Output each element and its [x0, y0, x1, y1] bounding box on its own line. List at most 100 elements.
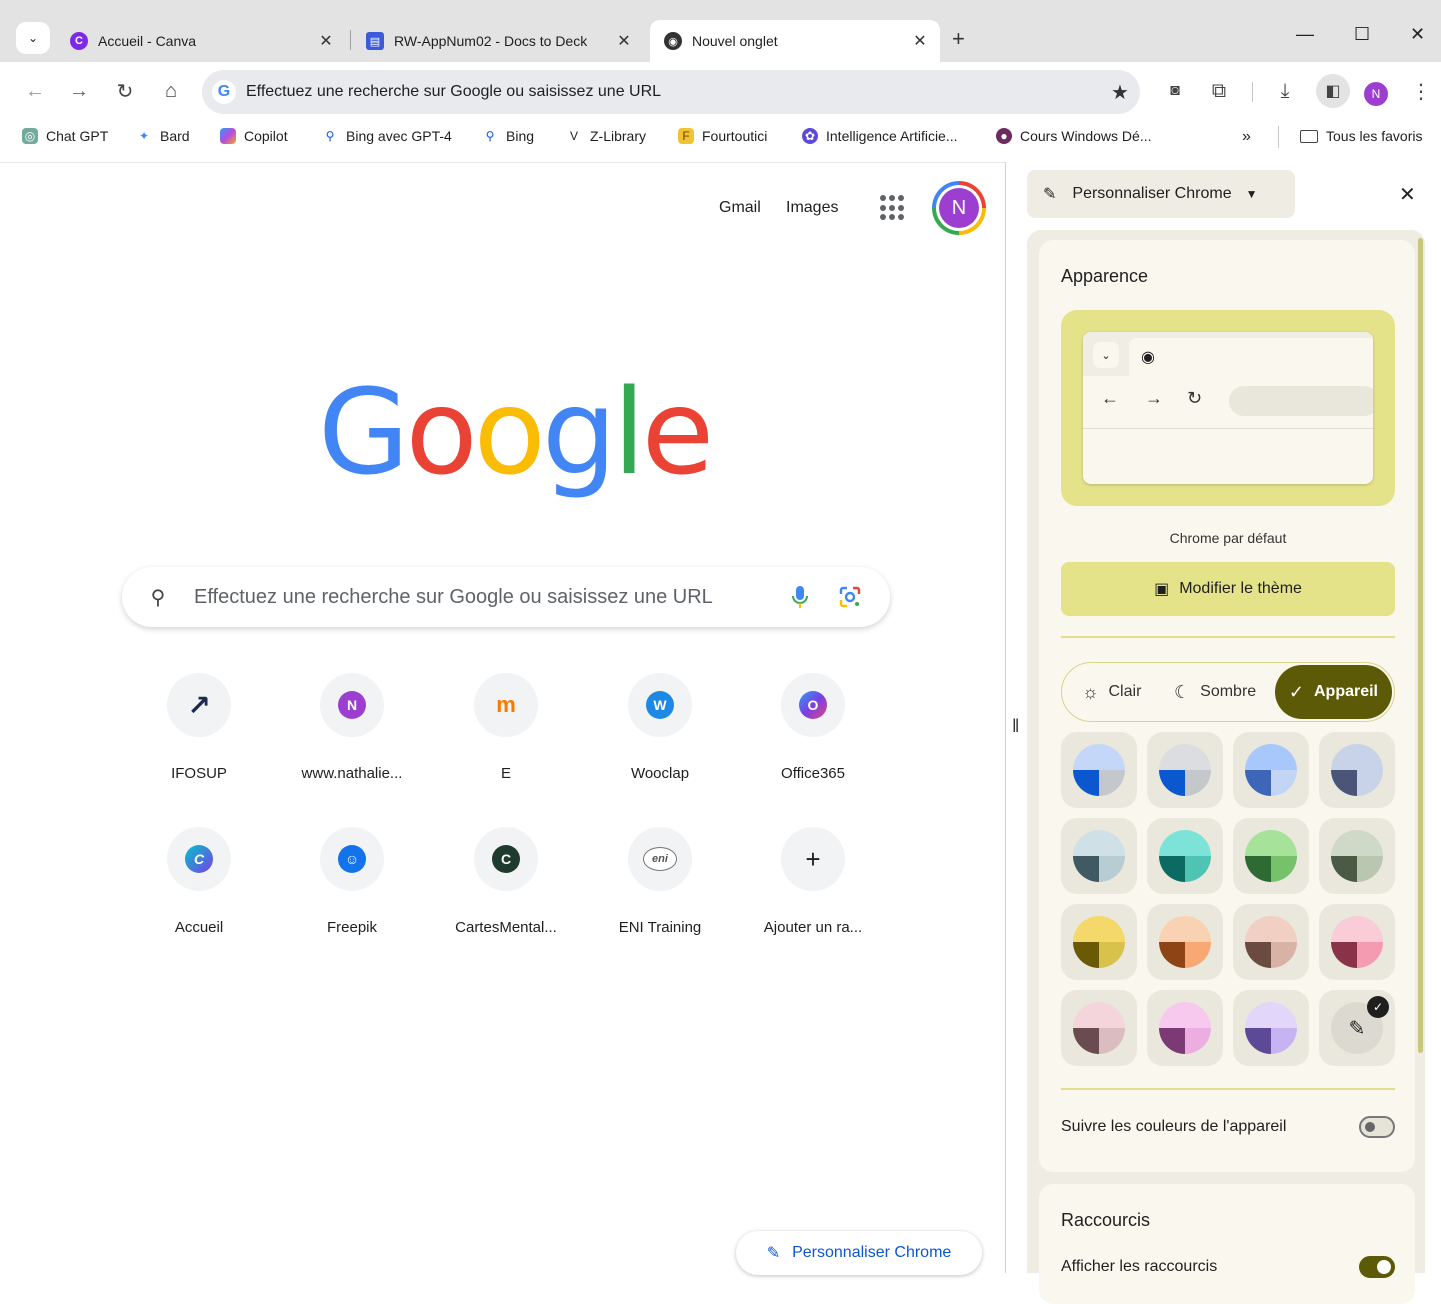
shortcut-e[interactable]: m E	[441, 673, 571, 782]
resize-handle[interactable]: ‖	[1012, 716, 1019, 737]
profile-avatar[interactable]: N	[1364, 82, 1388, 106]
home-button[interactable]: ⌂	[158, 78, 184, 104]
color-swatch[interactable]	[1147, 904, 1223, 980]
window-close-button[interactable]: ✕	[1410, 24, 1425, 45]
color-swatch[interactable]	[1233, 990, 1309, 1066]
close-icon[interactable]: ✕	[612, 31, 636, 51]
address-bar[interactable]: G Effectuez une recherche sur Google ou …	[202, 70, 1140, 114]
bookmark-item[interactable]: ◎ Chat GPT	[22, 128, 108, 144]
customize-chrome-button[interactable]: ✎ Personnaliser Chrome	[736, 1231, 982, 1275]
side-panel-content: Apparence ⌄ ◉ ← → ↻ Chrome par défaut ▣	[1027, 230, 1425, 1304]
menu-icon[interactable]: ⋮	[1408, 78, 1434, 104]
add-shortcut-button[interactable]: + Ajouter un ra...	[748, 827, 878, 936]
bookmark-item[interactable]: F Fourtoutici	[678, 128, 767, 144]
forward-button[interactable]: →	[66, 78, 92, 104]
bookmark-item[interactable]: ✦ Bard	[136, 128, 190, 144]
follow-device-colors-toggle[interactable]	[1359, 1116, 1395, 1138]
bookmarks-overflow-button[interactable]: »	[1242, 128, 1251, 146]
shortcut-tile: N	[320, 673, 384, 737]
color-swatch[interactable]	[1147, 732, 1223, 808]
bookmark-star-icon[interactable]: ★	[1100, 80, 1140, 105]
color-swatch[interactable]	[1147, 990, 1223, 1066]
show-shortcuts-label: Afficher les raccourcis	[1061, 1258, 1218, 1275]
chatgpt-icon: ◎	[22, 128, 38, 144]
color-swatch[interactable]	[1233, 904, 1309, 980]
mode-light[interactable]: ☼ Clair	[1082, 663, 1141, 721]
google-account-avatar[interactable]: N	[932, 181, 986, 235]
eni-icon: eni	[643, 847, 677, 871]
tab-docs-to-deck[interactable]: ▤ RW-AppNum02 - Docs to Deck ✕	[352, 20, 644, 62]
color-swatch[interactable]	[1061, 732, 1137, 808]
back-button[interactable]: ←	[22, 78, 48, 104]
color-swatch[interactable]	[1147, 818, 1223, 894]
search-box[interactable]: ⚲ Effectuez une recherche sur Google ou …	[122, 567, 890, 627]
shortcut-accueil[interactable]: C Accueil	[134, 827, 264, 936]
customize-chrome-label: Personnaliser Chrome	[792, 1244, 952, 1261]
shortcut-tile: ☺	[320, 827, 384, 891]
bookmark-item[interactable]: ✿ Intelligence Artificie...	[802, 128, 958, 144]
bookmark-item[interactable]: ● Cours Windows Dé...	[996, 128, 1151, 144]
docs-to-deck-icon: ▤	[366, 32, 384, 50]
color-swatch[interactable]	[1061, 990, 1137, 1066]
bookmark-label: Intelligence Artificie...	[826, 128, 958, 144]
search-icon: ⚲	[325, 129, 335, 143]
all-bookmarks-button[interactable]: Tous les favoris	[1300, 128, 1422, 144]
search-icon: ⚲	[150, 586, 166, 609]
mode-device[interactable]: ✓ Appareil	[1274, 665, 1392, 719]
shortcuts-heading: Raccourcis	[1061, 1210, 1151, 1230]
side-panel-icon[interactable]: ◧	[1316, 74, 1350, 108]
download-icon[interactable]: ⤓	[1272, 78, 1298, 104]
moon-icon: ☾	[1174, 681, 1191, 702]
bookmarks-separator	[1278, 126, 1279, 148]
color-swatch[interactable]	[1233, 732, 1309, 808]
tab-canva[interactable]: C Accueil - Canva ✕	[56, 20, 346, 62]
color-swatch[interactable]	[1319, 818, 1395, 894]
color-swatch[interactable]	[1319, 904, 1395, 980]
shortcut-eni-training[interactable]: eni ENI Training	[595, 827, 725, 936]
close-icon[interactable]: ✕	[314, 31, 338, 51]
chrome-icon: ◉	[1141, 349, 1155, 366]
bookmark-item[interactable]: ⚲ Bing	[482, 128, 534, 144]
maximize-button[interactable]: ☐	[1354, 24, 1370, 45]
reload-button[interactable]: ↻	[112, 78, 138, 104]
divider	[1061, 1088, 1395, 1090]
search-input[interactable]: Effectuez une recherche sur Google ou sa…	[194, 586, 788, 609]
bookmark-label: Bing avec GPT-4	[346, 128, 452, 144]
shortcut-nathalie[interactable]: N www.nathalie...	[287, 673, 417, 782]
google-apps-icon[interactable]	[880, 195, 906, 221]
minimize-button[interactable]: —	[1296, 24, 1314, 45]
camera-icon[interactable]: ◙	[1162, 78, 1188, 104]
tab-new-tab[interactable]: ◉ Nouvel onglet ✕	[650, 20, 940, 62]
shortcut-freepik[interactable]: ☺ Freepik	[287, 827, 417, 936]
mode-dark[interactable]: ☾ Sombre	[1174, 663, 1256, 721]
shortcut-wooclap[interactable]: W Wooclap	[595, 673, 725, 782]
bookmark-item[interactable]: ⚲ Bing avec GPT-4	[322, 128, 452, 144]
close-side-panel-button[interactable]: ✕	[1399, 182, 1416, 207]
show-shortcuts-toggle[interactable]	[1359, 1256, 1395, 1278]
side-panel-scrollbar[interactable]	[1418, 238, 1423, 1053]
images-link[interactable]: Images	[786, 199, 838, 217]
close-icon[interactable]: ✕	[908, 31, 932, 51]
custom-color-button[interactable]: ✎ ✓	[1319, 990, 1395, 1066]
shortcut-cartesmentales[interactable]: C CartesMental...	[441, 827, 571, 936]
side-panel-selector[interactable]: ✎ Personnaliser Chrome ▼	[1027, 170, 1295, 218]
bookmarks-bar: ◎ Chat GPT ✦ Bard Copilot ⚲ Bing avec GPT-4…	[0, 122, 1441, 156]
color-swatch[interactable]	[1233, 818, 1309, 894]
tab-title: RW-AppNum02 - Docs to Deck	[394, 33, 588, 49]
freepik-icon: ☺	[338, 845, 366, 873]
bookmark-item[interactable]: Copilot	[220, 128, 288, 144]
shortcut-office365[interactable]: O Office365	[748, 673, 878, 782]
microphone-icon[interactable]	[788, 585, 812, 609]
modify-theme-button[interactable]: ▣ Modifier le thème	[1061, 562, 1395, 616]
bookmark-item[interactable]: V Z-Library	[566, 128, 646, 144]
tab-search-button[interactable]: ⌄	[16, 22, 50, 54]
color-swatch[interactable]	[1319, 732, 1395, 808]
google-lens-icon[interactable]	[838, 585, 862, 609]
gmail-link[interactable]: Gmail	[719, 199, 761, 217]
color-swatch[interactable]	[1061, 818, 1137, 894]
color-swatch[interactable]	[1061, 904, 1137, 980]
extensions-icon[interactable]: ⧉	[1206, 78, 1232, 104]
shortcut-tile: W	[628, 673, 692, 737]
shortcut-ifosup[interactable]: ↗ IFOSUP	[134, 673, 264, 782]
new-tab-button[interactable]: +	[952, 26, 965, 52]
